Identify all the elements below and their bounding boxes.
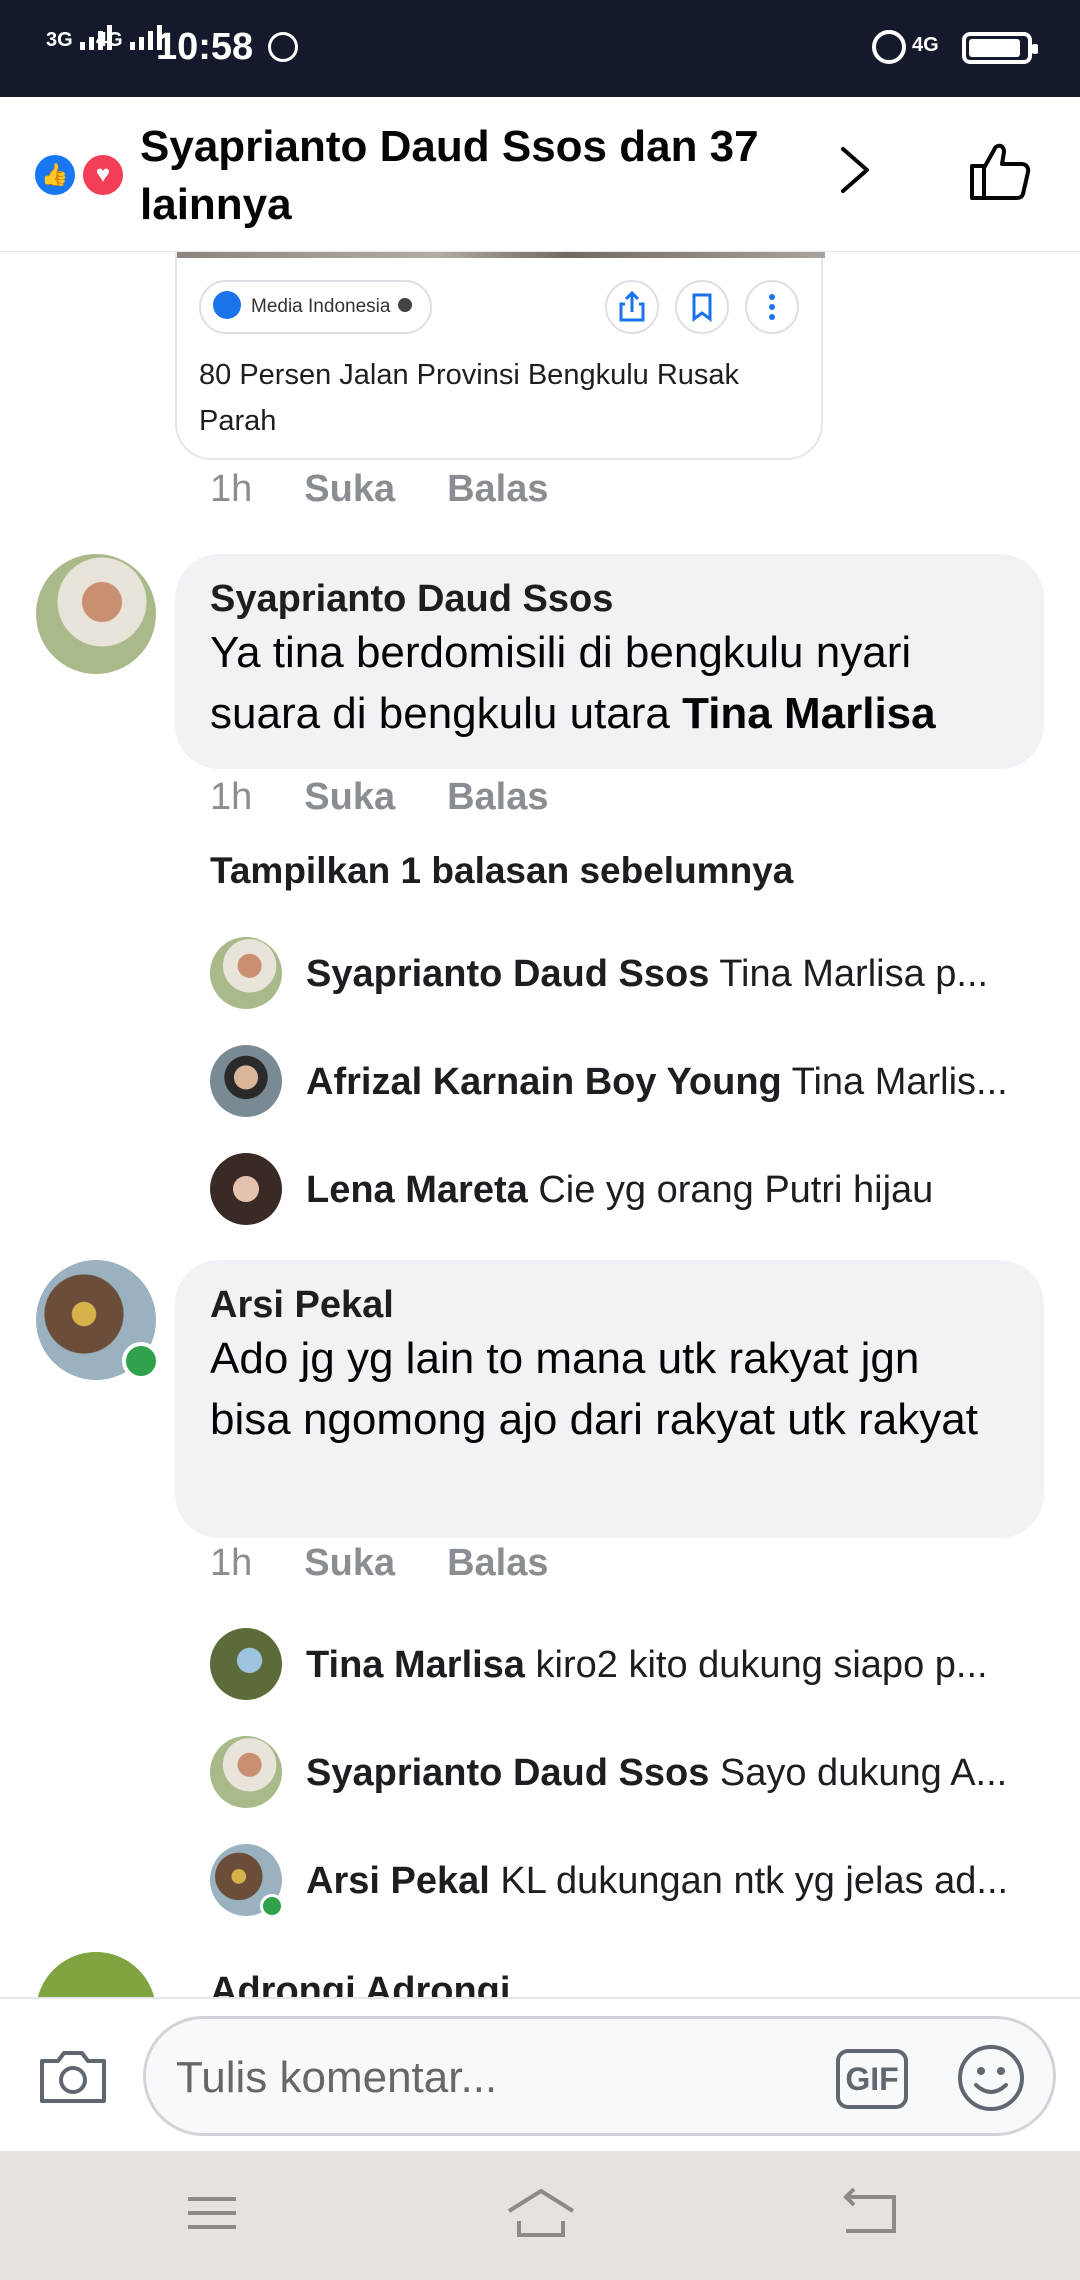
avatar[interactable]	[210, 1628, 282, 1700]
reply-preview[interactable]: Lena Mareta Cie yg orang Putri hijau	[210, 1153, 1040, 1225]
alarm-icon	[872, 30, 906, 64]
avatar[interactable]	[36, 554, 156, 674]
more-button[interactable]	[745, 280, 799, 334]
share-icon	[619, 290, 645, 322]
comment-actions: 1h Suka Balas	[210, 468, 601, 511]
reply-link[interactable]: Balas	[447, 468, 548, 510]
save-button[interactable]	[675, 280, 729, 334]
comment-placeholder: Tulis komentar...	[176, 2053, 498, 2102]
comment-text: Ado jg yg lain to mana utk rakyat jgn bi…	[210, 1334, 978, 1444]
comment-time: 1h	[210, 468, 253, 510]
reply-preview[interactable]: Syaprianto Daud Ssos Sayo dukung A...	[210, 1736, 1040, 1808]
reply-preview[interactable]: Tina Marlisa kiro2 kito dukung siapo p..…	[210, 1628, 1040, 1700]
comment-time: 1h	[210, 1542, 253, 1584]
like-link[interactable]: Suka	[304, 1542, 395, 1584]
whatsapp-icon	[268, 32, 298, 62]
reactions-summary[interactable]: Syaprianto Daud Ssos dan 37 lainnya	[140, 118, 800, 234]
reply-text: Syaprianto Daud Ssos Sayo dukung A...	[306, 1752, 1008, 1794]
menu-icon[interactable]	[184, 2185, 240, 2241]
avatar[interactable]	[210, 1045, 282, 1117]
reply-text: Afrizal Karnain Boy Young Tina Marlis...	[306, 1061, 1008, 1103]
clock: 10:58	[156, 26, 254, 68]
reply-text: Arsi Pekal KL dukungan ntk yg jelas ad..…	[306, 1860, 1009, 1902]
bookmark-icon	[692, 293, 712, 322]
comment-bubble[interactable]: Syaprianto Daud Ssos Ya tina berdomisili…	[175, 554, 1044, 769]
more-vertical-icon	[769, 294, 775, 320]
status-bar: 3G 4G 10:58 4G	[0, 0, 1080, 97]
comment-time: 1h	[210, 776, 253, 818]
link-preview-card[interactable]: Media Indonesia 80 Persen Jalan Provinsi…	[175, 252, 825, 460]
like-link[interactable]: Suka	[304, 468, 395, 510]
camera-icon[interactable]	[38, 2047, 108, 2105]
battery-icon	[962, 32, 1038, 64]
commenter-name[interactable]: Arsi Pekal	[210, 1282, 1009, 1328]
home-icon[interactable]	[505, 2185, 577, 2241]
comments-list[interactable]: Media Indonesia 80 Persen Jalan Provinsi…	[0, 252, 1080, 1997]
comment-actions: 1h Suka Balas	[210, 776, 601, 819]
show-previous-replies-link[interactable]: Tampilkan 1 balasan sebelumnya	[210, 850, 793, 892]
reply-preview[interactable]: Afrizal Karnain Boy Young Tina Marlis...	[210, 1045, 1040, 1117]
avatar[interactable]	[36, 1952, 156, 1997]
comment-text: Ya tina berdomisili di bengkulu nyari su…	[210, 628, 936, 738]
link-image	[177, 252, 825, 258]
comment-composer: Tulis komentar... GIF	[0, 1997, 1080, 2151]
link-title: 80 Persen Jalan Provinsi Bengkulu Rusak …	[199, 359, 740, 437]
back-icon[interactable]	[840, 2185, 900, 2241]
commenter-name[interactable]: Adrongi Adrongi	[210, 1970, 510, 1997]
like-reaction-icon: 👍	[32, 152, 78, 198]
online-status-dot	[260, 1894, 284, 1918]
like-button-icon[interactable]	[968, 138, 1032, 202]
chevron-right-icon[interactable]	[835, 145, 875, 195]
globe-icon	[213, 290, 241, 319]
reply-preview[interactable]: Arsi Pekal KL dukungan ntk yg jelas ad..…	[210, 1844, 1040, 1918]
gif-button[interactable]: GIF	[836, 2049, 908, 2109]
avatar[interactable]	[210, 1736, 282, 1808]
verified-icon	[398, 297, 413, 312]
reply-text: Lena Mareta Cie yg orang Putri hijau	[306, 1169, 934, 1211]
online-status-dot	[122, 1342, 160, 1380]
reply-text: Syaprianto Daud Ssos Tina Marlisa p...	[306, 953, 989, 995]
share-button[interactable]	[605, 280, 659, 334]
reply-link[interactable]: Balas	[447, 776, 548, 818]
sticker-icon[interactable]	[956, 2043, 1026, 2113]
comment-bubble[interactable]: Arsi Pekal Ado jg yg lain to mana utk ra…	[175, 1260, 1044, 1538]
comment-actions: 1h Suka Balas	[210, 1542, 601, 1585]
avatar[interactable]	[210, 1153, 282, 1225]
reply-text: Tina Marlisa kiro2 kito dukung siapo p..…	[306, 1644, 988, 1686]
network-type: 4G	[912, 34, 939, 56]
love-reaction-icon: ♥	[80, 152, 126, 198]
comment-input[interactable]: Tulis komentar... GIF	[143, 2016, 1056, 2136]
reply-link[interactable]: Balas	[447, 1542, 548, 1584]
commenter-name[interactable]: Syaprianto Daud Ssos	[210, 576, 1009, 622]
system-nav-bar	[0, 2151, 1080, 2280]
avatar[interactable]	[210, 937, 282, 1009]
like-link[interactable]: Suka	[304, 776, 395, 818]
reply-preview[interactable]: Syaprianto Daud Ssos Tina Marlisa p...	[210, 937, 1040, 1009]
mention-link[interactable]: Tina Marlisa	[682, 689, 936, 738]
source-chip[interactable]: Media Indonesia	[199, 280, 433, 334]
